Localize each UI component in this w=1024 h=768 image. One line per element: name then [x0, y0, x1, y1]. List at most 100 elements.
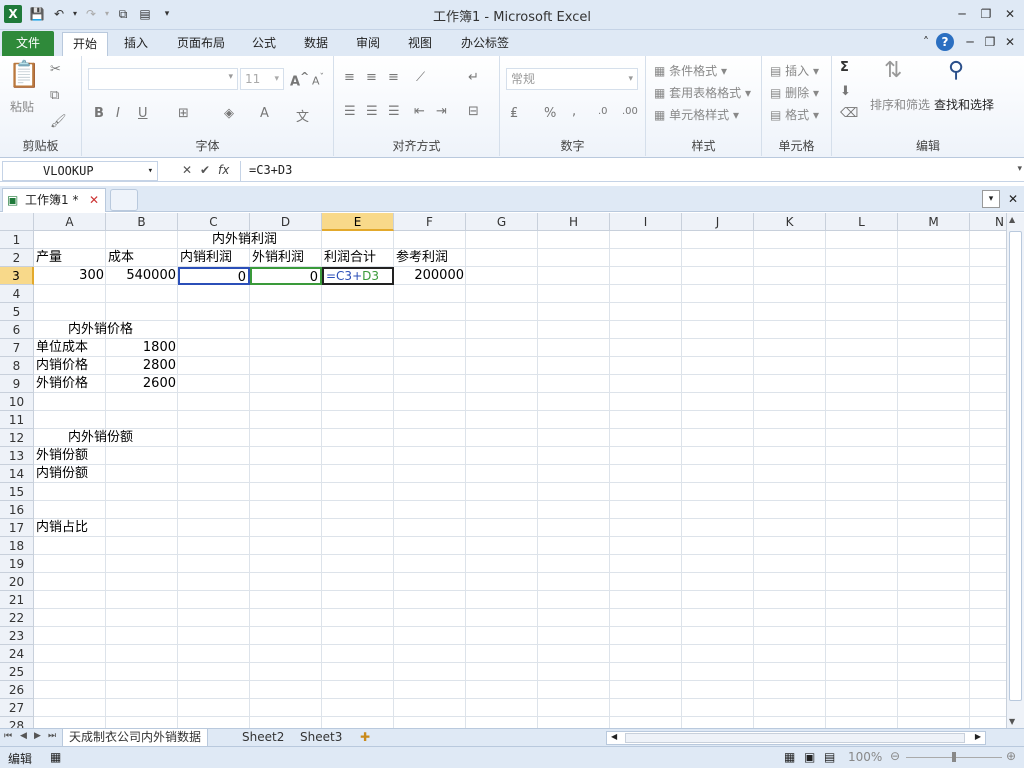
row-header-28[interactable]: 28	[0, 717, 34, 728]
tab-review[interactable]: 审阅	[348, 32, 388, 56]
tab-file[interactable]: 文件	[2, 31, 54, 56]
minimize-icon[interactable]: ─	[952, 6, 972, 22]
orientation-icon[interactable]: ⟋	[416, 70, 425, 85]
grow-font-icon[interactable]: A^	[290, 70, 309, 89]
tab-insert[interactable]: 插入	[114, 32, 158, 56]
increase-indent-icon[interactable]: ⇥	[436, 104, 447, 119]
new-workbook-tab[interactable]	[110, 189, 138, 211]
help-icon[interactable]: ?	[936, 33, 954, 51]
font-size-select[interactable]: 11 ▾	[240, 68, 284, 90]
page-layout-view-icon[interactable]: ▣	[804, 750, 815, 764]
underline-button[interactable]: U	[138, 106, 148, 121]
row-header-12[interactable]: 12	[0, 429, 34, 447]
number-format-select[interactable]: 常规 ▾	[506, 68, 638, 90]
cell-F3[interactable]: 200000	[394, 267, 466, 285]
wb-restore-icon[interactable]: ❐	[980, 34, 1000, 50]
vertical-scroll-thumb[interactable]	[1009, 231, 1022, 701]
find-binoculars-icon[interactable]: ⚲	[948, 58, 964, 83]
close-all-icon[interactable]: ✕	[1004, 190, 1022, 208]
row-header-1[interactable]: 1	[0, 231, 34, 249]
merge-center-icon[interactable]: ⊟	[468, 104, 479, 119]
shrink-font-icon[interactable]: Aˇ	[312, 72, 324, 88]
comma-button[interactable]: ,	[572, 104, 576, 119]
cell-B7[interactable]: 1800	[106, 339, 178, 357]
row-header-4[interactable]: 4	[0, 285, 34, 303]
macro-record-icon[interactable]: ▦	[50, 750, 61, 764]
font-color-icon[interactable]: A	[260, 106, 269, 121]
row-header-25[interactable]: 25	[0, 663, 34, 681]
prev-sheet-icon[interactable]: ◀	[20, 731, 27, 741]
next-sheet-icon[interactable]: ▶	[34, 731, 41, 741]
row-header-11[interactable]: 11	[0, 411, 34, 429]
cell-E3-editing[interactable]: =C3+D3	[322, 267, 394, 285]
cell-B8[interactable]: 2800	[106, 357, 178, 375]
percent-button[interactable]: %	[544, 106, 556, 121]
row-header-16[interactable]: 16	[0, 501, 34, 519]
fill-icon[interactable]: ⬇	[840, 84, 851, 99]
tab-view[interactable]: 视图	[400, 32, 440, 56]
cell-C3[interactable]: 0	[178, 267, 250, 285]
tab-home[interactable]: 开始	[62, 32, 108, 56]
autosum-button[interactable]: Σ	[840, 60, 849, 75]
column-header-J[interactable]: J	[682, 213, 754, 231]
column-header-C[interactable]: C	[178, 213, 250, 231]
cell-C1[interactable]: 内外销利润	[212, 231, 277, 249]
minimize-ribbon-icon[interactable]: ˄	[916, 34, 936, 50]
horizontal-scroll-thumb[interactable]	[625, 733, 965, 743]
sort-filter-button[interactable]: 排序和筛选	[870, 96, 930, 113]
tab-list-icon[interactable]: ▾	[982, 190, 1000, 208]
column-header-A[interactable]: A	[34, 213, 106, 231]
insert-function-button[interactable]: fx	[218, 163, 229, 177]
cell-A9[interactable]: 外销价格	[36, 375, 88, 393]
row-header-18[interactable]: 18	[0, 537, 34, 555]
normal-view-icon[interactable]: ▦	[784, 750, 795, 764]
decrease-decimal-icon[interactable]: .00	[622, 106, 638, 117]
fill-color-icon[interactable]: ◈	[224, 106, 234, 121]
increase-decimal-icon[interactable]: .0	[598, 106, 608, 117]
row-header-5[interactable]: 5	[0, 303, 34, 321]
row-header-2[interactable]: 2	[0, 249, 34, 267]
column-header-D[interactable]: D	[250, 213, 322, 231]
cell-A2[interactable]: 产量	[36, 249, 62, 267]
vertical-scrollbar[interactable]: ▲ ▼	[1006, 213, 1024, 728]
cell-D3[interactable]: 0	[250, 267, 322, 285]
row-header-10[interactable]: 10	[0, 393, 34, 411]
row-header-19[interactable]: 19	[0, 555, 34, 573]
delete-cells-button[interactable]: ▤ 删除 ▾	[770, 84, 819, 101]
row-header-8[interactable]: 8	[0, 357, 34, 375]
wrap-text-icon[interactable]: ↵	[468, 70, 479, 85]
column-header-E[interactable]: E	[322, 213, 394, 231]
tab-page-layout[interactable]: 页面布局	[168, 32, 234, 56]
cell-E2[interactable]: 利润合计	[324, 249, 376, 267]
cell-A3[interactable]: 300	[34, 267, 106, 285]
row-header-13[interactable]: 13	[0, 447, 34, 465]
cell-F2[interactable]: 参考利润	[396, 249, 448, 267]
scroll-right-icon[interactable]: ▶	[975, 732, 981, 741]
row-header-17[interactable]: 17	[0, 519, 34, 537]
close-icon[interactable]: ✕	[1000, 6, 1020, 22]
column-header-N[interactable]: N	[970, 213, 1006, 231]
italic-button[interactable]: I	[116, 106, 120, 121]
row-header-9[interactable]: 9	[0, 375, 34, 393]
page-break-view-icon[interactable]: ▤	[824, 750, 835, 764]
currency-icon[interactable]: ₤	[510, 106, 518, 121]
sheet-tab-3[interactable]: Sheet3	[294, 729, 348, 747]
tab-data[interactable]: 数据	[296, 32, 336, 56]
row-header-7[interactable]: 7	[0, 339, 34, 357]
formula-input[interactable]: =C3+D3	[240, 161, 1016, 181]
restore-icon[interactable]: ❐	[976, 6, 996, 22]
column-header-H[interactable]: H	[538, 213, 610, 231]
zoom-level[interactable]: 100%	[848, 750, 882, 764]
find-select-button[interactable]: 查找和选择	[934, 96, 994, 113]
row-header-20[interactable]: 20	[0, 573, 34, 591]
cut-icon[interactable]: ✂	[50, 62, 61, 77]
column-header-B[interactable]: B	[106, 213, 178, 231]
align-right-icon[interactable]: ☰	[388, 104, 400, 119]
confirm-entry-icon[interactable]: ✔	[200, 163, 210, 177]
row-header-27[interactable]: 27	[0, 699, 34, 717]
spreadsheet-grid[interactable]: ABCDEFGHIJKLMN 1 2 3 4 5 6 7 8 9 10 11 12 13 14 15 16 17…	[0, 213, 1006, 728]
format-painter-icon[interactable]: 🖌	[50, 114, 67, 129]
cell-D2[interactable]: 外销利润	[252, 249, 304, 267]
zoom-in-icon[interactable]: ⊕	[1006, 749, 1016, 763]
column-header-F[interactable]: F	[394, 213, 466, 231]
